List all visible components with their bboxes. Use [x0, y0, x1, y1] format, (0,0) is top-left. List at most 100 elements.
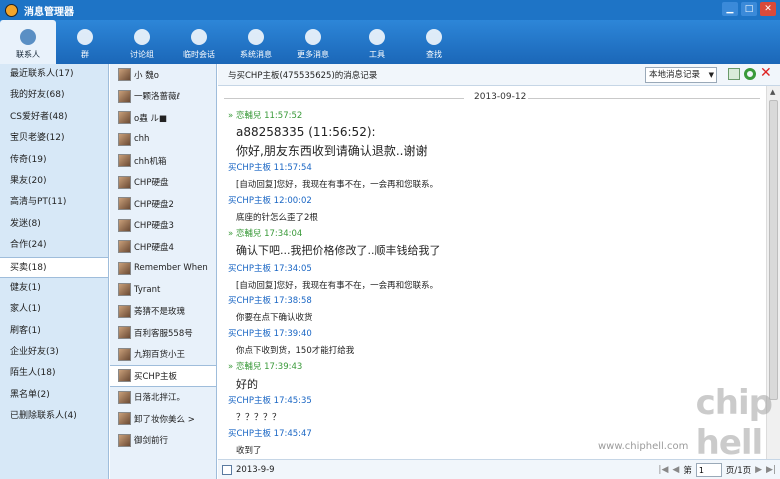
chat-header: 与买CHP主板(475535625)的消息记录 本地消息记录 ▼ ✕: [218, 64, 780, 86]
group-item-selected[interactable]: 买卖(18): [0, 256, 108, 278]
message-body: [自动回复]您好，我现在有事不在，一会再和您联系。: [236, 180, 439, 190]
contact-item[interactable]: 一颗洛蔷薇ℓ: [110, 86, 216, 108]
group-item[interactable]: CS爱好者(48): [0, 107, 108, 128]
divider-line: [224, 98, 464, 99]
contact-item[interactable]: CHP硬盘4: [110, 236, 216, 258]
contact-item[interactable]: chh: [110, 129, 216, 151]
message-header: 买CHP主板 12:00:02: [228, 196, 312, 206]
group-item[interactable]: 陌生人(18): [0, 363, 108, 384]
tab-temp-chat[interactable]: 临时会话: [171, 20, 227, 64]
first-page-icon[interactable]: |◀: [658, 465, 668, 475]
contact-item[interactable]: Tyrant: [110, 279, 216, 301]
contact-item[interactable]: 九翔百货小王: [110, 344, 216, 366]
tools-button[interactable]: 工具: [349, 20, 405, 64]
message-body: 底座的针怎么歪了2根: [236, 213, 318, 223]
group-list: 最近联系人(17) 我的好友(68) CS爱好者(48) 宝贝老婆(12) 传奇…: [0, 64, 109, 479]
contact-item[interactable]: CHP硬盘: [110, 172, 216, 194]
group-item[interactable]: 企业好友(3): [0, 342, 108, 363]
next-page-icon[interactable]: ▶: [755, 465, 762, 475]
contact-item[interactable]: 御剑前行: [110, 430, 216, 452]
toolbar-separator: [342, 20, 348, 64]
tab-contacts[interactable]: 联系人: [0, 20, 56, 64]
page-input[interactable]: [695, 463, 722, 477]
close-icon[interactable]: ✕: [760, 2, 776, 16]
more-icon: [305, 29, 321, 45]
group-item[interactable]: 黑名单(2): [0, 385, 108, 406]
scroll-thumb[interactable]: [769, 100, 778, 400]
contact-item[interactable]: o蟲 ル■: [110, 107, 216, 129]
group-item[interactable]: 已删除联系人(4): [0, 406, 108, 427]
message-body: 好的: [236, 378, 258, 391]
search-icon: [426, 29, 442, 45]
group-item[interactable]: 最近联系人(17): [0, 64, 108, 85]
tab-groups[interactable]: 群: [57, 20, 113, 64]
contact-item[interactable]: chh机箱: [110, 150, 216, 172]
contact-item[interactable]: 莠猜不是玫瑰: [110, 301, 216, 323]
contact-item[interactable]: 百利客服558号: [110, 322, 216, 344]
group-item[interactable]: 高清与PT(11): [0, 192, 108, 213]
avatar: [118, 326, 131, 340]
group-item[interactable]: 家人(1): [0, 299, 108, 320]
date-label: 2013-09-12: [474, 92, 527, 102]
chat-footer: 2013-9-9 |◀ ◀ 第 页/1页 ▶ ▶|: [218, 459, 780, 479]
message-body: 收到了: [236, 446, 262, 456]
minimize-icon[interactable]: ▁: [722, 2, 738, 16]
group-item[interactable]: 我的好友(68): [0, 85, 108, 106]
record-scope-select[interactable]: 本地消息记录 ▼: [645, 67, 717, 83]
avatar: [118, 261, 131, 275]
avatar: [118, 412, 131, 426]
message-scrollbar[interactable]: ▲: [766, 86, 780, 459]
speaker-icon: [248, 29, 264, 45]
contacts-icon: [20, 29, 36, 45]
contact-item[interactable]: 小 魏o: [110, 64, 216, 86]
message-body: a88258335 (11:56:52):: [236, 125, 376, 139]
tab-discussion[interactable]: 讨论组: [114, 20, 170, 64]
last-page-icon[interactable]: ▶|: [766, 465, 776, 475]
message-header: 买CHP主板 17:45:47: [228, 429, 312, 439]
avatar: [118, 68, 131, 82]
contact-item[interactable]: Remember When: [110, 258, 216, 280]
group-item[interactable]: 果友(20): [0, 171, 108, 192]
group-item[interactable]: 健友(1): [0, 278, 108, 299]
message-body: 确认下吧...我把价格修改了..顺丰钱给我了: [236, 244, 441, 257]
message-body: ？？？？？: [236, 413, 282, 423]
wrench-icon: [369, 29, 385, 45]
page-suffix: 页/1页: [725, 466, 752, 476]
date-divider: 2013-09-12: [224, 92, 760, 104]
contact-item[interactable]: CHP硬盘2: [110, 193, 216, 215]
tab-system-messages[interactable]: 系统消息: [228, 20, 284, 64]
contact-item-selected[interactable]: 买CHP主板: [110, 365, 216, 387]
delete-icon[interactable]: ✕: [760, 66, 772, 80]
group-item[interactable]: 传奇(19): [0, 150, 108, 171]
calendar-icon[interactable]: [222, 464, 232, 475]
main-toolbar: 联系人 群 讨论组 临时会话 系统消息 更多消息 工具 查找: [0, 20, 780, 64]
export-icon[interactable]: [728, 68, 740, 80]
group-item[interactable]: 发迷(8): [0, 214, 108, 235]
scroll-up-icon[interactable]: ▲: [770, 88, 775, 96]
tab-more-messages[interactable]: 更多消息: [285, 20, 341, 64]
avatar: [118, 283, 131, 297]
message-header: 买CHP主板 17:39:40: [228, 329, 312, 339]
avatar: [118, 111, 131, 125]
message-header: » 恋輔兒 17:34:04: [228, 229, 303, 239]
group-item[interactable]: 合作(24): [0, 235, 108, 256]
group-item[interactable]: 刷客(1): [0, 321, 108, 342]
message-header: 买CHP主板 11:57:54: [228, 163, 312, 173]
maximize-icon[interactable]: □: [741, 2, 757, 16]
avatar: [118, 347, 131, 361]
message-header: 买CHP主板 17:34:05: [228, 264, 312, 274]
refresh-icon[interactable]: [744, 68, 756, 80]
header-actions: ✕: [728, 66, 772, 80]
title-bar: 消息管理器 ▁ □ ✕: [0, 0, 780, 20]
group-item[interactable]: 宝贝老婆(12): [0, 128, 108, 149]
message-header: 买CHP主板 17:45:35: [228, 396, 312, 406]
prev-page-icon[interactable]: ◀: [672, 465, 679, 475]
contact-item[interactable]: 卸了妆你美么 >: [110, 408, 216, 430]
avatar: [118, 433, 131, 447]
message-log: 2013-09-12 » 恋輔兒 11:57:52 a88258335 (11:…: [218, 86, 766, 459]
search-button[interactable]: 查找: [406, 20, 462, 64]
avatar: [118, 369, 131, 383]
contact-item[interactable]: CHP硬盘3: [110, 215, 216, 237]
avatar: [118, 390, 131, 404]
contact-item[interactable]: 日落北拌江。: [110, 387, 216, 409]
